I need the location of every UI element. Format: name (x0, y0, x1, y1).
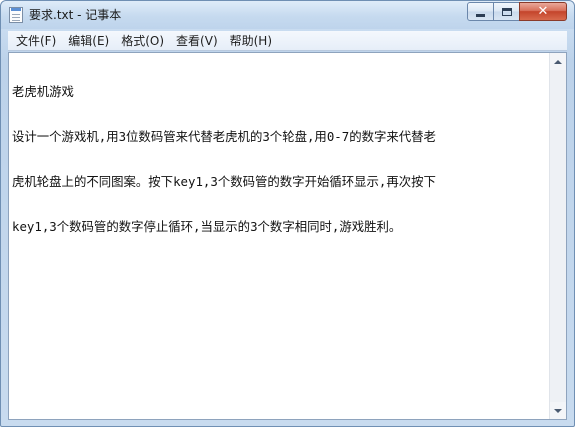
close-icon: ✕ (537, 4, 549, 19)
arrow-down-icon (554, 408, 562, 413)
scroll-down-button[interactable] (550, 402, 566, 419)
document-line: key1,3个数码管的数字停止循环,当显示的3个数字相同时,游戏胜利。 (12, 219, 402, 234)
close-button[interactable]: ✕ (519, 2, 567, 21)
window-title: 要求.txt - 记事本 (29, 8, 122, 22)
menu-format[interactable]: 格式(O) (115, 32, 170, 50)
scroll-up-button[interactable] (550, 53, 566, 70)
minimize-button[interactable] (467, 2, 494, 21)
document-line: 老虎机游戏 (12, 84, 74, 99)
menu-view[interactable]: 查看(V) (170, 32, 224, 50)
document-line: 虎机轮盘上的不同图案。按下key1,3个数码管的数字开始循环显示,再次按下 (12, 174, 436, 189)
notepad-app-icon[interactable] (9, 7, 23, 23)
notepad-window: 要求.txt - 记事本 ✕ 文件(F) 编辑(E) 格式(O) 查看(V) 帮… (0, 0, 575, 427)
text-editor[interactable]: 老虎机游戏 设计一个游戏机,用3位数码管来代替老虎机的3个轮盘,用0-7的数字来… (8, 52, 567, 420)
arrow-up-icon (554, 59, 562, 64)
menu-file[interactable]: 文件(F) (10, 32, 62, 50)
document-text[interactable]: 老虎机游戏 设计一个游戏机,用3位数码管来代替老虎机的3个轮盘,用0-7的数字来… (12, 54, 547, 418)
menu-help[interactable]: 帮助(H) (224, 32, 278, 50)
document-line: 设计一个游戏机,用3位数码管来代替老虎机的3个轮盘,用0-7的数字来代替老 (12, 129, 436, 144)
vertical-scrollbar[interactable] (549, 53, 566, 419)
menu-bar: 文件(F) 编辑(E) 格式(O) 查看(V) 帮助(H) (8, 31, 567, 51)
minimize-icon (476, 13, 485, 17)
maximize-button[interactable] (493, 2, 520, 21)
title-bar[interactable]: 要求.txt - 记事本 ✕ (1, 1, 574, 29)
menu-edit[interactable]: 编辑(E) (62, 32, 115, 50)
maximize-icon (501, 7, 512, 16)
